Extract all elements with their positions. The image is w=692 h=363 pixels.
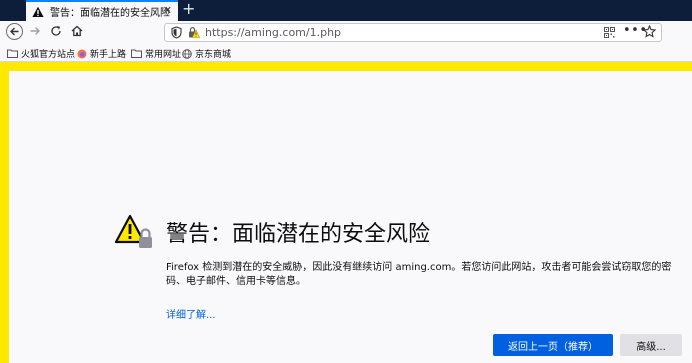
warning-stripe-top (0, 62, 692, 71)
back-button[interactable] (6, 23, 23, 40)
bookmark-item[interactable]: 常用网址 (131, 47, 181, 60)
reload-icon[interactable] (50, 25, 62, 37)
bookmark-label: 新手上路 (90, 50, 127, 60)
tracking-shield-icon[interactable] (171, 26, 182, 39)
tab-title: 警告：面临潜在的安全风险 (50, 8, 170, 19)
home-icon[interactable] (71, 25, 83, 37)
url-text[interactable]: https://aming.com/1.php (205, 26, 341, 39)
bookmark-label: 京东商城 (195, 50, 232, 60)
warning-description: Firefox 检测到潜在的安全威胁，因此没有继续访问 aming.com。若您… (166, 262, 672, 287)
folder-icon (7, 49, 18, 58)
bookmark-item[interactable]: 新手上路 (77, 47, 126, 60)
error-page: 警告：面临潜在的安全风险 Firefox 检测到潜在的安全威胁，因此没有继续访问… (0, 62, 692, 363)
advanced-button[interactable]: 高级... (620, 334, 682, 356)
insecure-lock-icon[interactable] (187, 26, 200, 39)
warning-stripe-left (0, 62, 9, 363)
bookmarks-toolbar: 火狐官方站点 新手上路 常用网址 京东商城 (0, 46, 692, 62)
active-tab[interactable]: 警告：面临潜在的安全风险 ✕ (26, 0, 178, 21)
arrow-left-icon (10, 27, 19, 36)
page-title: 警告：面临潜在的安全风险 (166, 222, 431, 247)
go-back-button[interactable]: 返回上一页（推荐） (493, 334, 613, 356)
bookmark-label: 火狐官方站点 (21, 50, 76, 60)
learn-more-link[interactable]: 详细了解... (166, 306, 216, 321)
warning-icon (32, 6, 44, 17)
navigation-toolbar: https://aming.com/1.php ••• (0, 21, 692, 46)
bookmark-label: 常用网址 (145, 50, 182, 60)
tab-strip: 警告：面临潜在的安全风险 ✕ + (0, 0, 692, 21)
bookmark-star-icon[interactable] (643, 25, 656, 38)
bookmark-item[interactable]: 火狐官方站点 (7, 47, 75, 60)
tab-close-icon[interactable]: ✕ (163, 4, 172, 17)
globe-icon (182, 48, 192, 59)
bookmark-item[interactable]: 京东商城 (182, 47, 231, 60)
forward-icon[interactable] (29, 25, 41, 37)
warning-lock-icon (115, 214, 152, 248)
new-tab-button[interactable]: + (182, 0, 195, 18)
firefox-icon (77, 49, 87, 58)
folder-icon (131, 49, 142, 58)
url-bar[interactable]: https://aming.com/1.php ••• (164, 23, 662, 42)
qr-code-icon[interactable] (604, 27, 615, 38)
